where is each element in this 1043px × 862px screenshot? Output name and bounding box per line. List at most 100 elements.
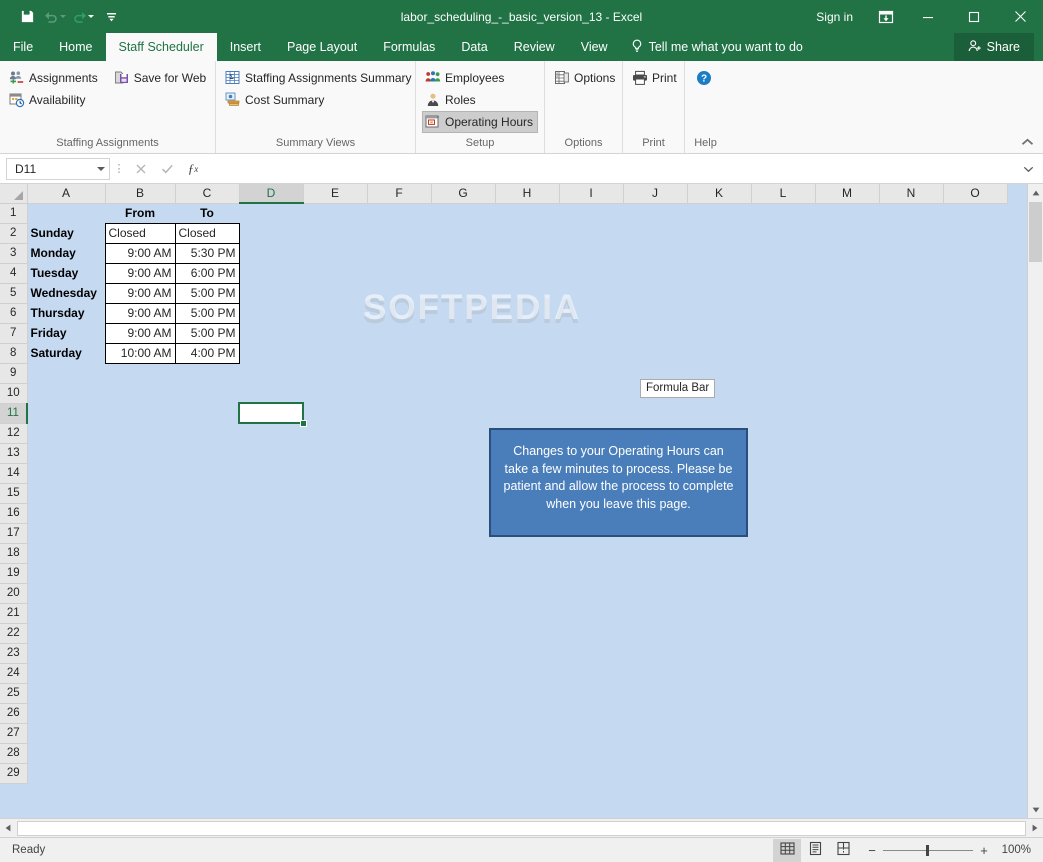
row-header-23[interactable]: 23 [0, 643, 28, 664]
cell-F5[interactable] [367, 283, 431, 303]
cell-C12[interactable] [175, 423, 239, 443]
cell-D8[interactable] [239, 343, 303, 363]
cell-G21[interactable] [431, 603, 495, 623]
cell-header-from[interactable]: From [105, 203, 175, 223]
cell-N14[interactable] [879, 463, 943, 483]
cell-L16[interactable] [751, 503, 815, 523]
cell-C13[interactable] [175, 443, 239, 463]
cell-G4[interactable] [431, 263, 495, 283]
cell-E9[interactable] [303, 363, 367, 383]
ribbon-button-save-for-web[interactable]: Save for Web [111, 67, 211, 89]
cell-M17[interactable] [815, 523, 879, 543]
cell-C19[interactable] [175, 563, 239, 583]
cell-B29[interactable] [105, 763, 175, 783]
cell-E7[interactable] [303, 323, 367, 343]
cell-H29[interactable] [495, 763, 559, 783]
cell-N8[interactable] [879, 343, 943, 363]
cell-A14[interactable] [27, 463, 105, 483]
cell-M8[interactable] [815, 343, 879, 363]
cell-C29[interactable] [175, 763, 239, 783]
cell-O9[interactable] [943, 363, 1007, 383]
cell-L19[interactable] [751, 563, 815, 583]
ribbon-button-options[interactable]: Options [551, 67, 620, 89]
cell-I10[interactable] [559, 383, 623, 403]
ribbon-button-operating-hours[interactable]: Operating Hours [422, 111, 539, 133]
cell-from-thursday[interactable]: 9:00 AM [104, 302, 176, 324]
cell-H25[interactable] [495, 683, 559, 703]
cell-K11[interactable] [687, 403, 751, 423]
cell-D17[interactable] [239, 523, 303, 543]
cell-J18[interactable] [623, 543, 687, 563]
cell-E11[interactable] [303, 403, 367, 423]
cell-J27[interactable] [623, 723, 687, 743]
cell-N7[interactable] [879, 323, 943, 343]
cell-day-thursday[interactable]: Thursday [27, 303, 105, 323]
cell-M12[interactable] [815, 423, 879, 443]
cell-F9[interactable] [367, 363, 431, 383]
horizontal-scrollbar[interactable] [0, 818, 1043, 837]
cell-L15[interactable] [751, 483, 815, 503]
cancel-x-icon[interactable] [128, 158, 154, 180]
tab-review[interactable]: Review [501, 33, 568, 61]
cell-B21[interactable] [105, 603, 175, 623]
collapse-ribbon-icon[interactable] [1021, 137, 1034, 149]
cell-I19[interactable] [559, 563, 623, 583]
cell-D6[interactable] [239, 303, 303, 323]
zoom-level-label[interactable]: 100% [993, 844, 1035, 856]
column-header-l[interactable]: L [751, 184, 816, 204]
row-header-11[interactable]: 11 [0, 403, 28, 424]
cell-L27[interactable] [751, 723, 815, 743]
cell-L5[interactable] [751, 283, 815, 303]
cell-E29[interactable] [303, 763, 367, 783]
cell-A22[interactable] [27, 623, 105, 643]
cell-H3[interactable] [495, 243, 559, 263]
cell-C16[interactable] [175, 503, 239, 523]
cell-B23[interactable] [105, 643, 175, 663]
scroll-up-button[interactable] [1028, 184, 1043, 201]
cell-F16[interactable] [367, 503, 431, 523]
row-header-21[interactable]: 21 [0, 603, 28, 624]
cell-M5[interactable] [815, 283, 879, 303]
cell-H9[interactable] [495, 363, 559, 383]
cell-to-saturday[interactable]: 4:00 PM [174, 342, 240, 364]
cell-F26[interactable] [367, 703, 431, 723]
column-header-n[interactable]: N [879, 184, 944, 204]
cell-L17[interactable] [751, 523, 815, 543]
cell-I26[interactable] [559, 703, 623, 723]
cell-N2[interactable] [879, 223, 943, 243]
scroll-down-button[interactable] [1028, 801, 1043, 818]
scroll-left-button[interactable] [0, 820, 16, 837]
cell-C17[interactable] [175, 523, 239, 543]
cell-D10[interactable] [239, 383, 303, 403]
row-header-20[interactable]: 20 [0, 583, 28, 604]
cell-G14[interactable] [431, 463, 495, 483]
cell-L26[interactable] [751, 703, 815, 723]
cell-G2[interactable] [431, 223, 495, 243]
cell-I4[interactable] [559, 263, 623, 283]
formula-input[interactable] [209, 157, 1021, 180]
row-header-4[interactable]: 4 [0, 263, 28, 284]
cell-C27[interactable] [175, 723, 239, 743]
cell-H8[interactable] [495, 343, 559, 363]
cell-I1[interactable] [559, 203, 623, 223]
tab-file[interactable]: File [0, 33, 46, 61]
column-header-o[interactable]: O [943, 184, 1008, 204]
cell-N28[interactable] [879, 743, 943, 763]
horizontal-scroll-track[interactable] [17, 820, 1026, 836]
row-header-15[interactable]: 15 [0, 483, 28, 504]
cell-E2[interactable] [303, 223, 367, 243]
cell-G24[interactable] [431, 663, 495, 683]
cell-J19[interactable] [623, 563, 687, 583]
select-all-corner[interactable] [0, 184, 28, 204]
cell-F27[interactable] [367, 723, 431, 743]
cell-J25[interactable] [623, 683, 687, 703]
row-header-17[interactable]: 17 [0, 523, 28, 544]
cell-D23[interactable] [239, 643, 303, 663]
cell-C18[interactable] [175, 543, 239, 563]
cell-N3[interactable] [879, 243, 943, 263]
ribbon-button-employees[interactable]: Employees [422, 67, 538, 89]
cell-E24[interactable] [303, 663, 367, 683]
cell-L11[interactable] [751, 403, 815, 423]
cell-N21[interactable] [879, 603, 943, 623]
cell-E15[interactable] [303, 483, 367, 503]
